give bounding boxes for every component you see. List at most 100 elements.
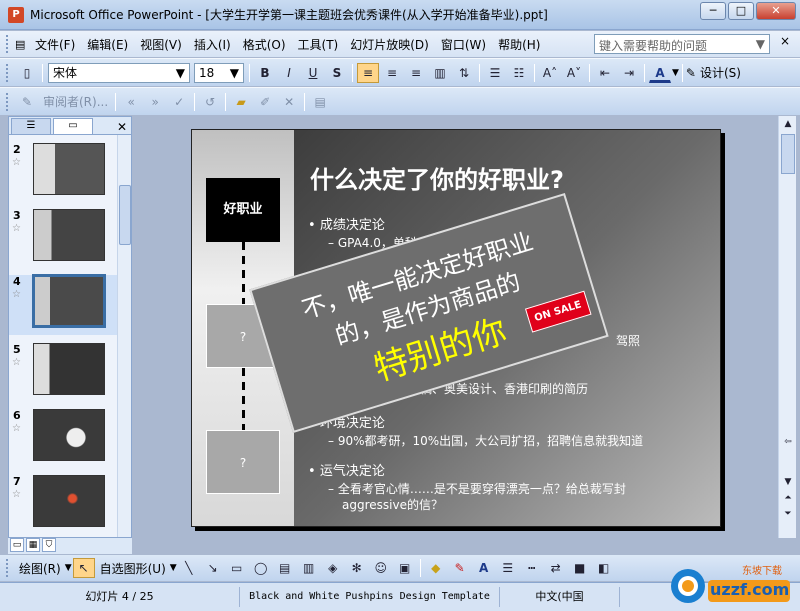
doc-close-icon[interactable]: × <box>780 34 790 48</box>
font-color-button[interactable]: A <box>649 63 671 83</box>
font-color-button[interactable]: A <box>473 558 495 578</box>
toolbar-grip[interactable] <box>6 63 9 82</box>
slide-thumbnail[interactable]: 3 ☆ <box>9 209 123 269</box>
menu-slideshow[interactable]: 幻灯片放映(D) <box>344 36 435 53</box>
thumbnail-image[interactable] <box>33 343 105 395</box>
toolbar-grip[interactable] <box>6 92 9 111</box>
markup-icon[interactable]: ✎ <box>16 92 38 112</box>
line-icon[interactable]: ╲ <box>178 558 200 578</box>
scroll-down-icon[interactable]: ▼ <box>780 474 796 490</box>
maximize-button[interactable]: □ <box>728 2 754 20</box>
reviewer-button[interactable]: 审阅者(R)... <box>39 93 112 110</box>
slide-scrollbar[interactable]: ▲ ⇦ ▼ ⏶ ⏷ <box>778 116 796 538</box>
increase-font-icon[interactable]: A˄ <box>539 63 561 83</box>
line-style-icon[interactable]: ☰ <box>497 558 519 578</box>
menu-grip[interactable] <box>6 35 9 53</box>
previous-slide-icon[interactable]: ⏶ <box>780 490 796 506</box>
slide-title[interactable]: 什么决定了你的好职业? <box>310 160 564 195</box>
menu-help[interactable]: 帮助(H) <box>492 36 546 53</box>
help-search-input[interactable]: 键入需要帮助的问题 ▼ <box>594 34 770 54</box>
arrow-style-icon[interactable]: ⇄ <box>545 558 567 578</box>
scroll-up-icon[interactable]: ▲ <box>780 116 796 132</box>
toolbar-grip[interactable] <box>6 559 9 577</box>
tab-slides[interactable]: ▭ <box>53 118 93 134</box>
underline-button[interactable]: U <box>302 63 324 83</box>
chevron-down-icon[interactable]: ▼ <box>65 563 72 573</box>
diagram-icon[interactable]: ✻ <box>346 558 368 578</box>
thumbnail-image[interactable] <box>33 209 105 261</box>
unapply-icon[interactable]: ↺ <box>199 92 221 112</box>
thumbnail-image[interactable] <box>33 475 105 527</box>
oval-icon[interactable]: ◯ <box>250 558 272 578</box>
shadow-button[interactable]: S <box>326 63 348 83</box>
design-button[interactable]: 设计(S) <box>696 64 745 81</box>
font-select[interactable]: 宋体 ▼ <box>48 62 190 83</box>
clipart-icon[interactable]: ☺ <box>370 558 392 578</box>
chevron-down-icon[interactable]: ▼ <box>756 37 765 51</box>
good-job-box[interactable]: 好职业 <box>206 178 280 242</box>
arrow-icon[interactable]: ↘ <box>202 558 224 578</box>
new-document-icon[interactable]: ▯ <box>16 63 38 83</box>
align-center-icon[interactable]: ≡ <box>381 63 403 83</box>
scrollbar-thumb[interactable] <box>781 134 795 174</box>
decrease-indent-icon[interactable]: ⇤ <box>594 63 616 83</box>
next-slide-icon[interactable]: ⏷ <box>780 506 796 522</box>
distribute-icon[interactable]: ▥ <box>429 63 451 83</box>
numbered-list-icon[interactable]: ☰ <box>484 63 506 83</box>
thumbnail-image[interactable] <box>33 143 105 195</box>
vertical-textbox-icon[interactable]: ▥ <box>298 558 320 578</box>
font-size-select[interactable]: 18 ▼ <box>194 62 244 83</box>
edit-comment-icon[interactable]: ✐ <box>254 92 276 112</box>
draw-menu-button[interactable]: 绘图(R) <box>15 560 65 577</box>
chevron-down-icon[interactable]: ▼ <box>176 66 185 80</box>
bullet-list-icon[interactable]: ☷ <box>508 63 530 83</box>
next-item-icon[interactable]: » <box>144 92 166 112</box>
decrease-font-icon[interactable]: A˅ <box>563 63 585 83</box>
normal-view-icon[interactable]: ▭ <box>10 538 24 552</box>
3d-style-icon[interactable]: ◧ <box>593 558 615 578</box>
close-button[interactable]: ✕ <box>756 2 796 20</box>
pane-close-icon[interactable]: ✕ <box>117 120 127 134</box>
thumbnail-image[interactable] <box>33 409 105 461</box>
apply-change-icon[interactable]: ✓ <box>168 92 190 112</box>
previous-item-icon[interactable]: « <box>120 92 142 112</box>
increase-indent-icon[interactable]: ⇥ <box>618 63 640 83</box>
vertical-align-icon[interactable]: ⇅ <box>453 63 475 83</box>
question-box[interactable]: ? <box>206 430 280 494</box>
reviewing-pane-icon[interactable]: ▤ <box>309 92 331 112</box>
delete-comment-icon[interactable]: ✕ <box>278 92 300 112</box>
minimize-button[interactable]: ─ <box>700 2 726 20</box>
line-color-icon[interactable]: ✎ <box>449 558 471 578</box>
chevron-down-icon[interactable]: ▼ <box>672 68 679 78</box>
select-pointer-icon[interactable]: ↖ <box>72 558 95 578</box>
slideshow-view-icon[interactable]: ⛉ <box>42 538 56 552</box>
wordart-icon[interactable]: ◈ <box>322 558 344 578</box>
menu-edit[interactable]: 编辑(E) <box>81 36 134 53</box>
italic-button[interactable]: I <box>278 63 300 83</box>
menu-view[interactable]: 视图(V) <box>134 36 188 53</box>
menu-tools[interactable]: 工具(T) <box>292 36 345 53</box>
slide-canvas[interactable]: 好职业 ? ? 什么决定了你的好职业? • 成绩决定论 – GPA4.0，单科今… <box>191 129 721 527</box>
dash-style-icon[interactable]: ┅ <box>521 558 543 578</box>
fill-color-icon[interactable]: ◆ <box>425 558 447 578</box>
thumbnail-scrollbar[interactable] <box>117 135 131 537</box>
chevron-down-icon[interactable]: ▼ <box>170 563 177 573</box>
scrollbar-thumb[interactable] <box>119 185 131 245</box>
menu-format[interactable]: 格式(O) <box>237 36 292 53</box>
slide-thumbnail[interactable]: 5 ☆ <box>9 343 123 403</box>
insert-comment-icon[interactable]: ▰ <box>230 92 252 112</box>
align-right-icon[interactable]: ≡ <box>405 63 427 83</box>
menu-file[interactable]: 文件(F) <box>29 36 81 53</box>
sorter-view-icon[interactable]: ▦ <box>26 538 40 552</box>
menu-insert[interactable]: 插入(I) <box>188 36 237 53</box>
shadow-style-icon[interactable]: ■ <box>569 558 591 578</box>
rectangle-icon[interactable]: ▭ <box>226 558 248 578</box>
tab-outline[interactable]: ☰ <box>11 118 51 134</box>
textbox-icon[interactable]: ▤ <box>274 558 296 578</box>
slide-thumbnail-selected[interactable]: 4 ☆ <box>9 274 123 335</box>
align-left-icon[interactable]: ≡ <box>357 62 379 83</box>
slide-thumbnail[interactable]: 2 ☆ <box>9 143 123 203</box>
slide-thumbnail[interactable]: 6 ☆ <box>9 409 123 469</box>
picture-icon[interactable]: ▣ <box>394 558 416 578</box>
chevron-down-icon[interactable]: ▼ <box>230 66 239 80</box>
